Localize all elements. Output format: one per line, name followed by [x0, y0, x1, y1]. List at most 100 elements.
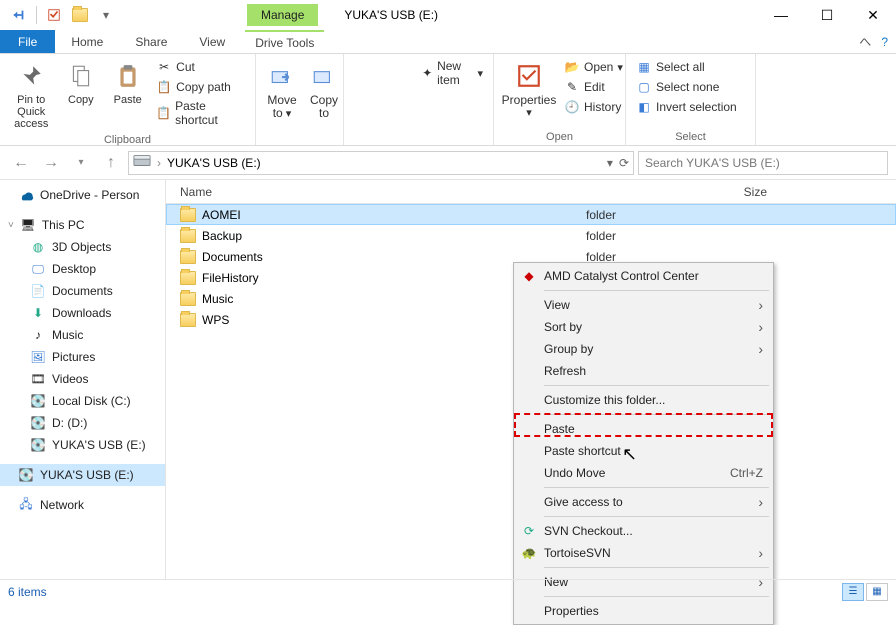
file-type: folder: [586, 229, 696, 243]
body: OneDrive - Person ˅🖥This PC ◍3D Objects …: [0, 180, 896, 579]
sidebar-item-videos[interactable]: 🎞Videos: [0, 368, 165, 390]
copy-to-button[interactable]: Copy to: [306, 58, 342, 122]
search-placeholder: Search YUKA'S USB (E:): [645, 156, 780, 170]
ctx-amd[interactable]: ◆AMD Catalyst Control Center: [516, 265, 771, 287]
status-count: 6 items: [8, 585, 47, 599]
history-button[interactable]: 🕘History: [562, 98, 625, 116]
sidebar-item-yuka-usb-2[interactable]: 💽YUKA'S USB (E:): [0, 464, 165, 486]
file-row[interactable]: Backupfolder: [166, 225, 896, 246]
sidebar-item-yuka-usb-1[interactable]: 💽YUKA'S USB (E:): [0, 434, 165, 456]
ctx-refresh[interactable]: Refresh: [516, 360, 771, 382]
navigation-pane: OneDrive - Person ˅🖥This PC ◍3D Objects …: [0, 180, 166, 579]
copy-path-button[interactable]: 📋Copy path: [154, 78, 247, 96]
properties-qat-icon[interactable]: [43, 4, 65, 26]
sidebar-item-3dobjects[interactable]: ◍3D Objects: [0, 236, 165, 258]
column-size[interactable]: Size: [696, 185, 776, 199]
cut-button[interactable]: ✂Cut: [154, 58, 247, 76]
ctx-tortoisesvn[interactable]: 🐢TortoiseSVN: [516, 542, 771, 564]
desktop-icon: 🖵: [30, 261, 46, 277]
downloads-icon: ⬇: [30, 305, 46, 321]
close-button[interactable]: ✕: [850, 0, 896, 30]
address-dropdown-icon[interactable]: ▾: [607, 156, 613, 170]
history-icon: 🕘: [564, 99, 580, 115]
invert-selection-button[interactable]: ◧Invert selection: [634, 98, 739, 116]
sidebar-item-desktop[interactable]: 🖵Desktop: [0, 258, 165, 280]
ribbon-expand-icon[interactable]: へ: [859, 33, 871, 50]
ctx-paste[interactable]: Paste: [516, 418, 771, 440]
recent-locations-button[interactable]: ▾: [68, 150, 94, 176]
forward-button[interactable]: →: [38, 150, 64, 176]
thispc-icon: 🖥: [20, 217, 36, 233]
ctx-properties[interactable]: Properties: [516, 600, 771, 622]
share-tab[interactable]: Share: [119, 30, 183, 53]
folder-icon: [180, 271, 196, 285]
search-box[interactable]: Search YUKA'S USB (E:): [638, 151, 888, 175]
icons-view-button[interactable]: ▦: [866, 583, 888, 601]
file-name: FileHistory: [202, 271, 259, 285]
select-all-button[interactable]: ▦Select all: [634, 58, 739, 76]
sidebar-item-network[interactable]: 🖧Network: [0, 494, 165, 516]
details-view-button[interactable]: ☰: [842, 583, 864, 601]
file-name: Music: [202, 292, 233, 306]
file-list-area[interactable]: Name Size AOMEIfolderBackupfolderDocumen…: [166, 180, 896, 579]
file-name: WPS: [202, 313, 229, 327]
view-tab[interactable]: View: [183, 30, 241, 53]
up-button[interactable]: ↑: [98, 150, 124, 176]
paste-button[interactable]: Paste: [107, 58, 148, 108]
column-headers[interactable]: Name Size: [166, 180, 896, 204]
file-row[interactable]: AOMEIfolder: [166, 204, 896, 225]
sidebar-item-drive-d[interactable]: 💽D: (D:): [0, 412, 165, 434]
help-icon[interactable]: ?: [881, 35, 888, 49]
open-button[interactable]: 📂Open ▾: [562, 58, 625, 76]
pin-icon: [15, 60, 47, 92]
sidebar-item-localdisk-c[interactable]: 💽Local Disk (C:): [0, 390, 165, 412]
file-type: folder: [586, 208, 696, 222]
drive-c-icon: 💽: [30, 393, 46, 409]
window-title: YUKA'S USB (E:): [344, 8, 438, 22]
window-controls: — ☐ ✕: [758, 0, 896, 30]
properties-icon: [513, 60, 545, 92]
edit-button[interactable]: ✎Edit: [562, 78, 625, 96]
ribbon-tabs: File Home Share View Drive Tools へ ?: [0, 30, 896, 54]
tortoise-icon: 🐢: [520, 544, 538, 562]
file-tab[interactable]: File: [0, 30, 55, 53]
new-folder-qat-icon[interactable]: [69, 4, 91, 26]
ctx-view[interactable]: View: [516, 294, 771, 316]
properties-button[interactable]: Properties ▾: [502, 58, 556, 121]
paste-shortcut-icon: 📋: [156, 105, 171, 121]
ctx-svn-checkout[interactable]: ⟳SVN Checkout...: [516, 520, 771, 542]
sidebar-item-thispc[interactable]: ˅🖥This PC: [0, 214, 165, 236]
address-bar[interactable]: › YUKA'S USB (E:) ▾ ⟳: [128, 151, 634, 175]
minimize-button[interactable]: —: [758, 0, 804, 30]
home-tab[interactable]: Home: [55, 30, 119, 53]
sidebar-item-music[interactable]: ♪Music: [0, 324, 165, 346]
ctx-customize[interactable]: Customize this folder...: [516, 389, 771, 411]
maximize-button[interactable]: ☐: [804, 0, 850, 30]
sidebar-item-documents[interactable]: 📄Documents: [0, 280, 165, 302]
contextual-tab-manage[interactable]: Manage: [247, 4, 318, 26]
ctx-groupby[interactable]: Group by: [516, 338, 771, 360]
ctx-undo[interactable]: Undo MoveCtrl+Z: [516, 462, 771, 484]
refresh-icon[interactable]: ⟳: [619, 156, 629, 170]
ctx-give-access[interactable]: Give access to: [516, 491, 771, 513]
qat-dropdown-icon[interactable]: ▾: [95, 4, 117, 26]
drive-tools-tab[interactable]: Drive Tools: [245, 30, 324, 53]
select-none-button[interactable]: ▢Select none: [634, 78, 739, 96]
copy-icon: [65, 60, 97, 92]
sidebar-item-downloads[interactable]: ⬇Downloads: [0, 302, 165, 324]
ctx-sortby[interactable]: Sort by: [516, 316, 771, 338]
back-history-icon[interactable]: [8, 4, 30, 26]
move-to-button[interactable]: Move to ▾: [264, 58, 300, 122]
sidebar-item-onedrive[interactable]: OneDrive - Person: [0, 184, 165, 206]
new-item-button[interactable]: ✦New item ▾: [419, 58, 485, 88]
back-button[interactable]: ←: [8, 150, 34, 176]
paste-icon: [112, 60, 144, 92]
column-name[interactable]: Name: [166, 185, 506, 199]
sidebar-item-pictures[interactable]: 🖼Pictures: [0, 346, 165, 368]
paste-shortcut-button[interactable]: 📋Paste shortcut: [154, 98, 247, 128]
context-menu: ◆AMD Catalyst Control Center View Sort b…: [513, 262, 774, 625]
copy-button[interactable]: Copy: [60, 58, 101, 108]
pin-quick-access-button[interactable]: Pin to Quick access: [8, 58, 54, 132]
ctx-paste-shortcut[interactable]: Paste shortcut: [516, 440, 771, 462]
quick-access-toolbar: ▾: [0, 4, 117, 26]
